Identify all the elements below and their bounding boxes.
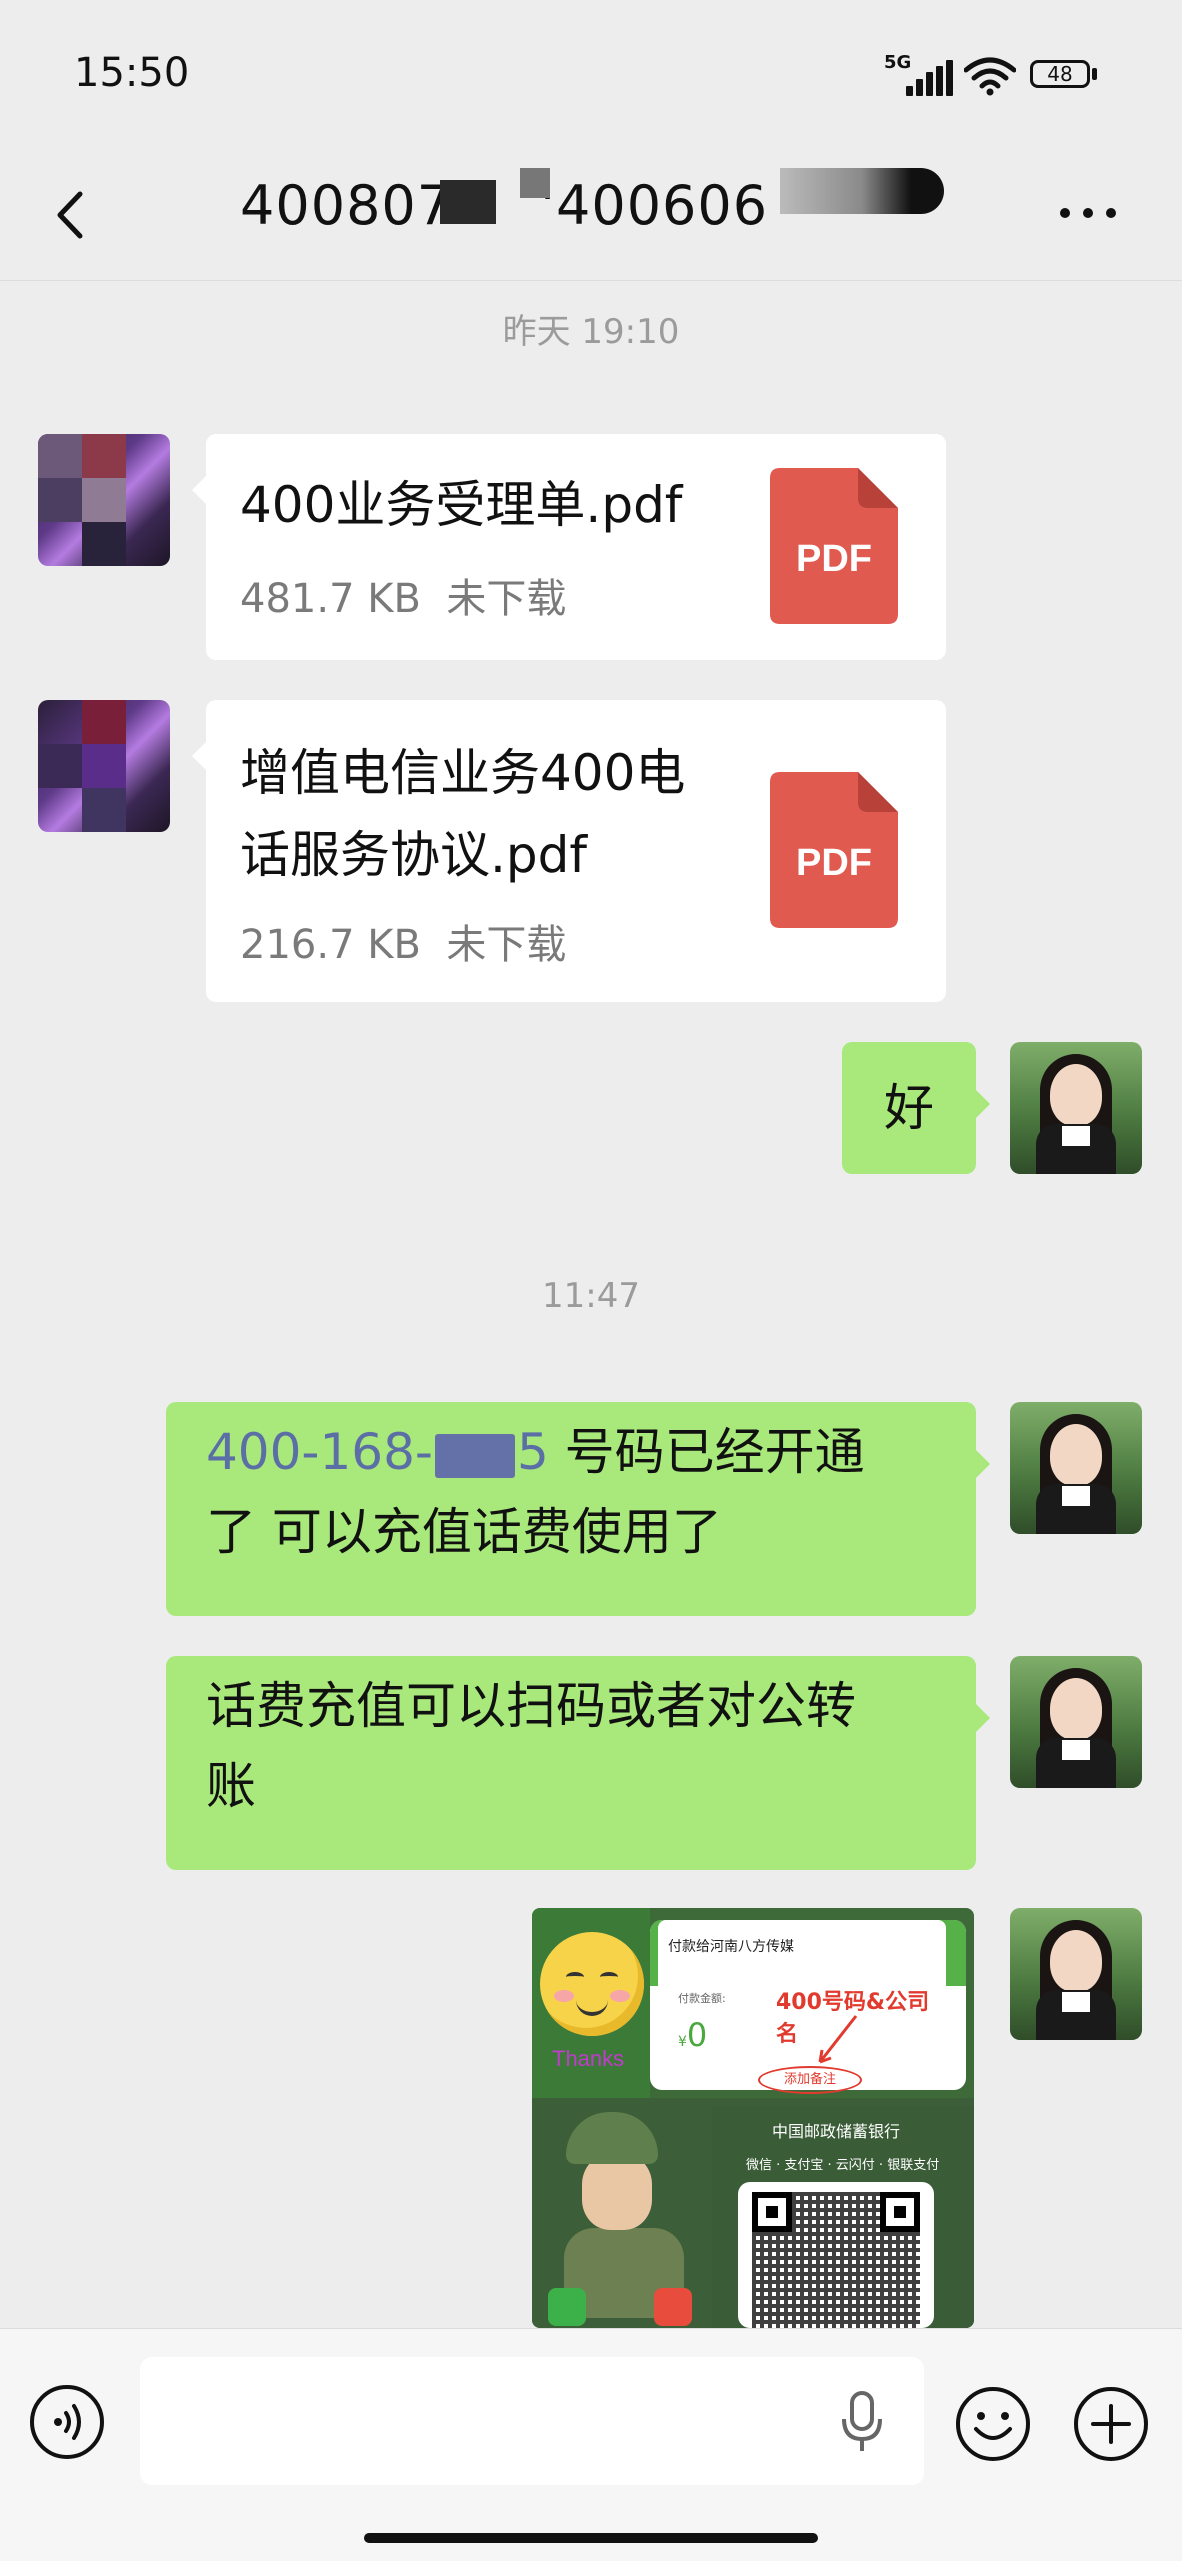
payee-title: 付款给河南八方传媒	[668, 1939, 794, 1955]
contact-avatar[interactable]	[38, 700, 170, 832]
microphone-icon[interactable]	[836, 2387, 888, 2457]
chat-title-part-1: 400807	[240, 174, 453, 237]
my-avatar[interactable]	[1010, 1908, 1142, 2040]
file-message[interactable]: 增值电信业务400电 话服务协议.pdf 216.7 KB 未下载 PDF	[192, 700, 946, 1002]
wifi-icon	[964, 57, 1016, 96]
redacted-block	[440, 180, 496, 224]
smiley-face-icon	[540, 1932, 644, 2036]
timestamp: 昨天 19:10	[502, 312, 680, 352]
sent-message-bubble[interactable]: 好	[842, 1042, 990, 1174]
add-remark-label: 添加备注	[758, 2066, 862, 2094]
input-bar	[0, 2328, 1182, 2561]
message-input[interactable]	[140, 2357, 924, 2485]
status-time: 15:50	[74, 50, 190, 96]
my-avatar[interactable]	[1010, 1042, 1142, 1174]
contact-avatar[interactable]	[38, 434, 170, 566]
arrow-icon	[818, 2015, 858, 2064]
file-meta: 481.7 KB 未下载	[240, 566, 566, 624]
my-avatar[interactable]	[1010, 1402, 1142, 1534]
timestamp: 11:47	[542, 1276, 640, 1316]
file-name-line-2: 话服务协议.pdf	[240, 826, 587, 884]
voice-mode-button[interactable]	[30, 2385, 104, 2459]
redacted-block	[780, 168, 944, 214]
message-line-2: 了 可以充值话费使用了	[206, 1503, 722, 1561]
payment-methods: 微信 · 支付宝 · 云闪付 · 银联支付	[746, 2158, 940, 2173]
file-size: 481.7 KB	[240, 576, 421, 622]
file-meta: 216.7 KB 未下载	[240, 912, 566, 970]
pdf-file-icon: PDF	[770, 772, 898, 928]
sent-message-bubble[interactable]: 400-168- 5 号码已经开通 了 可以充值话费使用了	[166, 1402, 990, 1616]
chat-title: 400807 '400606	[240, 174, 768, 237]
emoji-icon[interactable]	[954, 2385, 1032, 2463]
battery-icon: 48	[1030, 60, 1100, 90]
status-bar: 15:50 5G 48	[0, 0, 1182, 150]
bank-name: 中国邮政储蓄银行	[772, 2122, 901, 2141]
chat-title-part-2: '400606	[540, 174, 769, 237]
wechat-pay-icon	[548, 2288, 586, 2326]
cartoon-postwoman-illustration	[544, 2108, 704, 2318]
my-avatar[interactable]	[1010, 1656, 1142, 1788]
file-name: 400业务受理单.pdf	[240, 476, 683, 534]
payment-image-message[interactable]: Thanks 付款给河南八方传媒 付款金额: ¥0 400号码&公司名 添加备注…	[532, 1908, 974, 2328]
file-status: 未下载	[446, 922, 567, 968]
message-line-1: 400-168- 5 号码已经开通	[206, 1423, 865, 1481]
redacted-block	[520, 168, 550, 198]
redacted-block	[434, 1433, 515, 1478]
file-size: 216.7 KB	[240, 922, 421, 968]
back-arrow-icon[interactable]	[44, 180, 104, 250]
payment-app-icon	[654, 2288, 692, 2326]
message-line-2: 账	[206, 1757, 256, 1815]
payment-card: 付款给河南八方传媒 付款金额: ¥0 400号码&公司名 添加备注	[650, 1920, 966, 2094]
amount-value: ¥0	[678, 2016, 708, 2054]
qr-code	[738, 2182, 934, 2328]
pdf-file-icon: PDF	[770, 468, 898, 624]
thanks-label: Thanks	[552, 2046, 625, 2071]
file-status: 未下载	[446, 576, 567, 622]
sent-message-bubble[interactable]: 话费充值可以扫码或者对公转 账	[166, 1656, 990, 1870]
cellular-signal-icon: 5G	[884, 52, 954, 96]
file-message[interactable]: 400业务受理单.pdf 481.7 KB 未下载 PDF	[192, 434, 946, 660]
file-name-line-1: 增值电信业务400电	[240, 744, 686, 802]
battery-level: 48	[1030, 60, 1090, 88]
voice-wave-icon	[54, 2404, 81, 2440]
message-line-1: 话费充值可以扫码或者对公转	[206, 1677, 856, 1735]
more-options-icon[interactable]	[1056, 190, 1120, 234]
amount-label: 付款金额:	[678, 1992, 726, 2005]
add-more-icon[interactable]	[1072, 2385, 1150, 2463]
chat-header: 400807 '400606	[0, 150, 1182, 281]
home-indicator[interactable]	[364, 2533, 818, 2543]
phone-number-link[interactable]: 400-168- 5	[206, 1423, 549, 1481]
